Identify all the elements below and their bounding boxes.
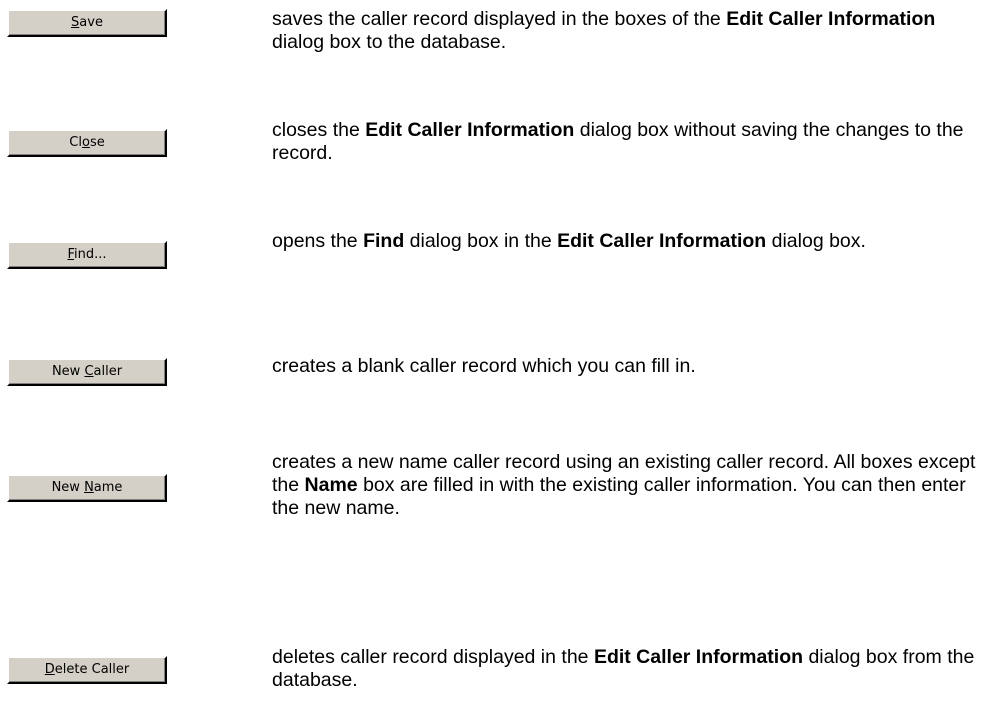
close-description: closes the Edit Caller Information dialo… [272,119,964,164]
find-button[interactable]: Find... [7,241,167,269]
new-caller-description: creates a blank caller record which you … [272,355,696,377]
new-name-description: creates a new name caller record using a… [272,451,976,519]
close-button[interactable]: Close [7,129,167,157]
delete-caller-description: deletes caller record displayed in the E… [272,646,975,691]
find-description: opens the Find dialog box in the Edit Ca… [272,230,866,252]
save-button[interactable]: Save [7,9,167,37]
delete-caller-button[interactable]: Delete Caller [7,656,167,684]
save-description: saves the caller record displayed in the… [272,8,936,53]
new-name-button[interactable]: New Name [7,474,167,502]
new-caller-button[interactable]: New Caller [7,358,167,386]
